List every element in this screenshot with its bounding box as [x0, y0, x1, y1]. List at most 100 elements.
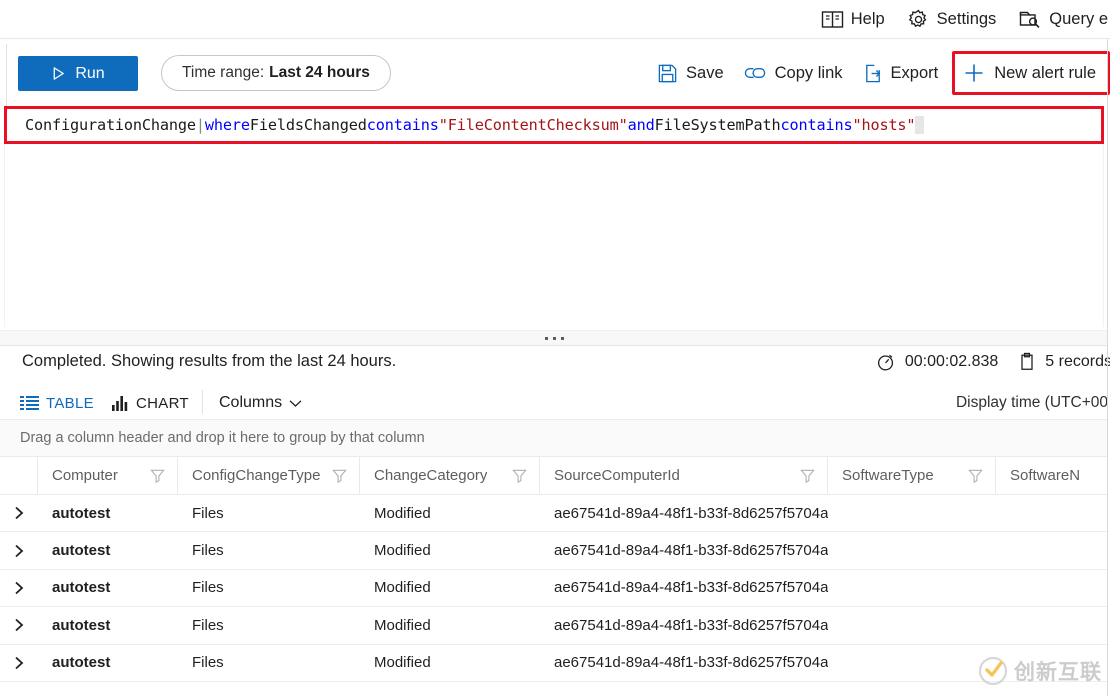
filter-icon[interactable]	[150, 468, 165, 483]
right-pane-border	[1107, 39, 1108, 696]
cell-sourcecomputerid: ae67541d-89a4-48f1-b33f-8d6257f5704a	[540, 495, 828, 531]
cell-softwaretype	[828, 532, 996, 568]
cell-configchangetype: Files	[178, 532, 360, 568]
grid-bottom-strip	[0, 681, 1108, 696]
cell-configchangetype: Files	[178, 607, 360, 643]
cell-changecategory: Modified	[360, 645, 540, 681]
query-duration: 00:00:02.838	[876, 352, 998, 372]
query-token: contains	[781, 116, 853, 134]
cell-computer: autotest	[38, 607, 178, 643]
export-label: Export	[891, 64, 939, 83]
results-meta: 00:00:02.838 5 records	[876, 352, 1112, 372]
column-header-softwarename[interactable]: SoftwareN	[996, 457, 1108, 494]
filter-icon[interactable]	[800, 468, 815, 483]
book-icon	[821, 9, 844, 30]
chevron-right-icon	[14, 506, 25, 520]
cell-configchangetype: Files	[178, 495, 360, 531]
top-utility-bar: Help Settings	[0, 0, 1112, 39]
splitter-grip-icon	[545, 337, 564, 340]
run-button[interactable]: Run	[18, 56, 138, 91]
display-time-selector[interactable]: Display time (UTC+00	[956, 394, 1108, 412]
row-expand-toggle[interactable]	[0, 570, 38, 606]
expand-all-header	[0, 457, 38, 494]
bar-chart-icon	[112, 395, 129, 411]
results-toolbar: TABLE CHART Columns	[0, 386, 1108, 420]
columns-dropdown[interactable]: Columns	[219, 394, 302, 412]
table-row[interactable]: autotest Files Modified ae67541d-89a4-48…	[0, 645, 1108, 682]
cell-changecategory: Modified	[360, 607, 540, 643]
query-token: "FileContentChecksum"	[439, 116, 628, 134]
filter-icon[interactable]	[968, 468, 983, 483]
gear-icon	[907, 8, 930, 31]
cell-softwaretype	[828, 495, 996, 531]
filter-icon[interactable]	[512, 468, 527, 483]
column-header-label: SourceComputerId	[554, 467, 680, 484]
query-editor-highlight: ConfigurationChange | where FieldsChange…	[4, 106, 1104, 144]
query-token: where	[205, 116, 250, 134]
play-icon	[51, 66, 66, 81]
filter-icon[interactable]	[332, 468, 347, 483]
pane-splitter[interactable]	[0, 330, 1108, 346]
column-header-label: SoftwareN	[1010, 467, 1080, 484]
tab-chart-label: CHART	[136, 395, 189, 412]
column-header-label: SoftwareType	[842, 467, 934, 484]
row-expand-toggle[interactable]	[0, 645, 38, 681]
table-row[interactable]: autotest Files Modified ae67541d-89a4-48…	[0, 495, 1108, 532]
help-button[interactable]: Help	[821, 9, 885, 30]
cell-changecategory: Modified	[360, 495, 540, 531]
tab-chart[interactable]: CHART	[112, 395, 189, 412]
cell-softwarename	[996, 495, 1108, 531]
column-header-configchangetype[interactable]: ConfigChangeType	[178, 457, 360, 494]
column-header-label: Computer	[52, 467, 118, 484]
table-row[interactable]: autotest Files Modified ae67541d-89a4-48…	[0, 570, 1108, 607]
new-alert-rule-button[interactable]: New alert rule	[952, 51, 1110, 95]
cell-sourcecomputerid: ae67541d-89a4-48f1-b33f-8d6257f5704a	[540, 607, 828, 643]
tab-table[interactable]: TABLE	[20, 395, 94, 412]
export-icon	[863, 63, 883, 84]
save-icon	[657, 63, 678, 84]
copy-link-label: Copy link	[775, 64, 843, 83]
record-count-value: 5 records	[1045, 353, 1112, 371]
cell-softwaretype	[828, 570, 996, 606]
query-token: |	[196, 116, 205, 134]
query-editor-body[interactable]	[4, 144, 1104, 327]
row-expand-toggle[interactable]	[0, 532, 38, 568]
save-button[interactable]: Save	[647, 59, 734, 88]
table-icon	[20, 395, 39, 411]
chevron-right-icon	[14, 544, 25, 558]
cell-configchangetype: Files	[178, 570, 360, 606]
display-time-label: Display time (UTC+00	[956, 394, 1108, 412]
log-analytics-query-page: Help Settings	[0, 0, 1112, 696]
query-token: FileSystemPath	[655, 116, 781, 134]
results-status-text: Completed. Showing results from the last…	[22, 352, 396, 371]
cell-sourcecomputerid: ae67541d-89a4-48f1-b33f-8d6257f5704a	[540, 532, 828, 568]
save-label: Save	[686, 64, 724, 83]
cell-computer: autotest	[38, 570, 178, 606]
column-header-computer[interactable]: Computer	[38, 457, 178, 494]
cell-softwaretype	[828, 645, 996, 681]
cell-computer: autotest	[38, 645, 178, 681]
settings-button[interactable]: Settings	[907, 8, 997, 31]
cell-softwarename	[996, 607, 1108, 643]
column-header-sourcecomputerid[interactable]: SourceComputerId	[540, 457, 828, 494]
settings-label: Settings	[937, 11, 997, 28]
query-editor-input[interactable]: ConfigurationChange | where FieldsChange…	[7, 109, 1101, 141]
row-expand-toggle[interactable]	[0, 607, 38, 643]
copy-link-button[interactable]: Copy link	[734, 60, 853, 87]
column-header-softwaretype[interactable]: SoftwareType	[828, 457, 996, 494]
chevron-right-icon	[14, 656, 25, 670]
record-count: 5 records	[1018, 352, 1112, 372]
column-header-label: ConfigChangeType	[192, 467, 320, 484]
query-explorer-button[interactable]: Query e	[1018, 8, 1112, 30]
run-label: Run	[75, 65, 104, 83]
toolbar-divider	[202, 390, 203, 414]
table-row[interactable]: autotest Files Modified ae67541d-89a4-48…	[0, 607, 1108, 644]
time-range-picker[interactable]: Time range: Last 24 hours	[161, 55, 391, 91]
group-by-drop-area[interactable]: Drag a column header and drop it here to…	[0, 420, 1108, 457]
clipboard-icon	[1018, 352, 1036, 372]
export-button[interactable]: Export	[853, 59, 949, 88]
table-row[interactable]: autotest Files Modified ae67541d-89a4-48…	[0, 532, 1108, 569]
column-header-changecategory[interactable]: ChangeCategory	[360, 457, 540, 494]
row-expand-toggle[interactable]	[0, 495, 38, 531]
cell-sourcecomputerid: ae67541d-89a4-48f1-b33f-8d6257f5704a	[540, 570, 828, 606]
